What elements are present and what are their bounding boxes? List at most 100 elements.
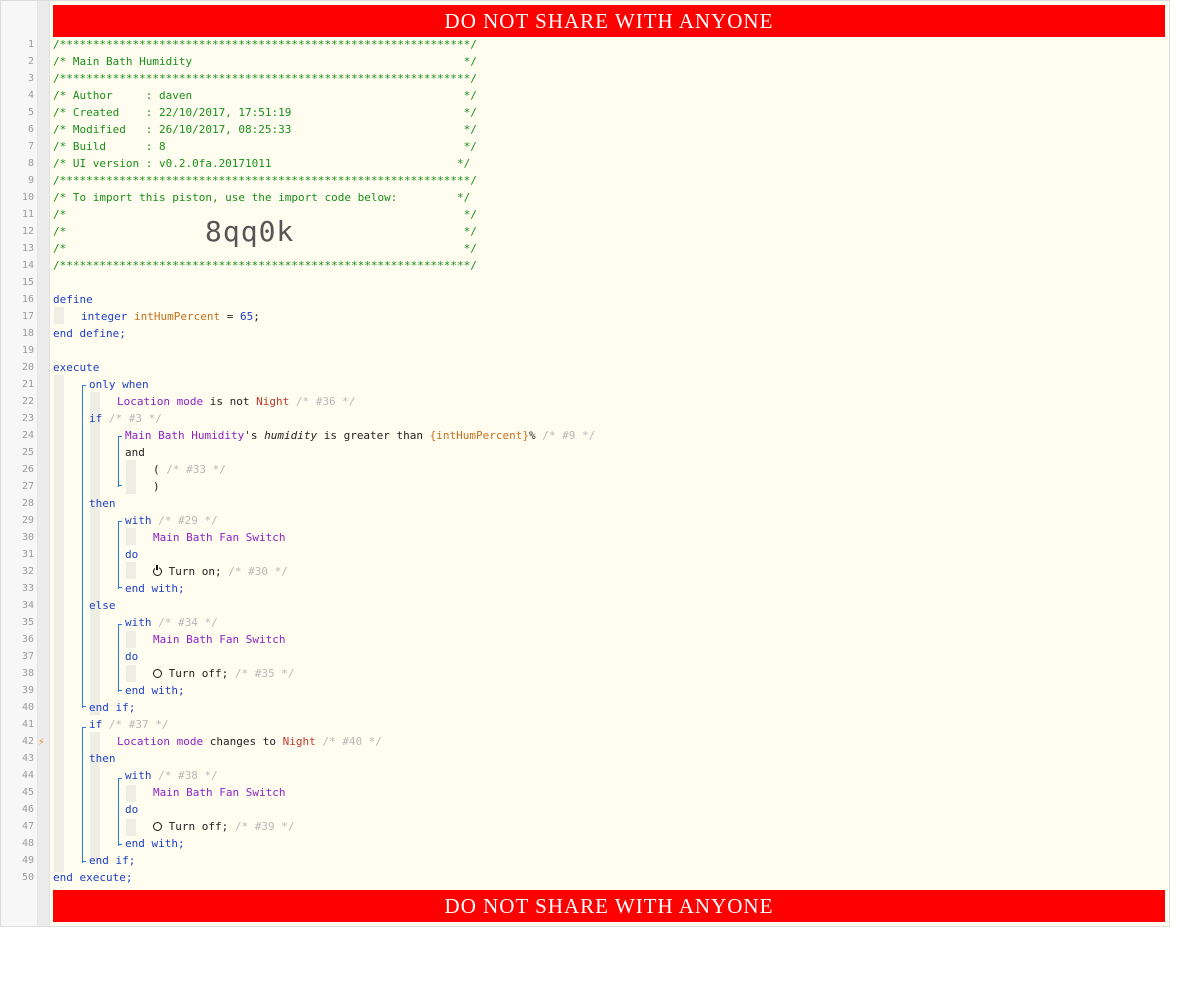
execute-keyword: execute	[53, 361, 100, 374]
end-if-keyword: end if;	[89, 854, 136, 867]
line-number: 3	[27, 73, 34, 84]
line-number: 37	[21, 651, 34, 662]
var-name: intHumPercent	[133, 310, 221, 323]
paren-close: )	[153, 480, 160, 493]
lightning-bolt-icon: ⚡	[38, 735, 45, 748]
group-33[interactable]: ( /* #33 */	[153, 461, 226, 478]
if-statement-37[interactable]: if /* #37 */	[89, 716, 168, 733]
condition-40[interactable]: Location mode changes to Night /* #40 */	[117, 733, 382, 750]
line-number: 35	[21, 617, 34, 628]
block-bracket	[82, 385, 86, 386]
task-35[interactable]: Turn off; /* #35 */	[153, 665, 294, 682]
comment: /* #30 */	[221, 565, 288, 578]
block-bracket	[118, 485, 122, 486]
line-number: 41	[21, 719, 34, 730]
line-number: 20	[21, 362, 34, 373]
line-number: 11	[21, 209, 34, 220]
and-operator[interactable]: and	[125, 444, 145, 461]
variable-ref: {intHumPercent}	[429, 429, 530, 442]
comment: /* #34 */	[151, 616, 218, 629]
then-keyword: then	[89, 497, 116, 510]
indent-guide	[90, 392, 100, 409]
line-number: 8	[27, 158, 34, 169]
variable-declaration[interactable]: integer intHumPercent = 65;	[81, 308, 260, 325]
line-number: 47	[21, 821, 34, 832]
line-number: 17	[21, 311, 34, 322]
if-keyword: if	[89, 412, 103, 425]
line-number: 43	[21, 753, 34, 764]
do-keyword: do	[125, 650, 139, 663]
indent-guide	[126, 785, 136, 802]
line-number: 9	[27, 175, 34, 186]
indent-guide	[54, 375, 64, 872]
with-statement-29[interactable]: with /* #29 */	[125, 512, 218, 529]
block-bracket	[118, 624, 119, 692]
indent-guide	[126, 631, 136, 648]
device-fan-switch[interactable]: Main Bath Fan Switch	[153, 631, 285, 648]
do-keyword: do	[125, 803, 139, 816]
block-bracket	[118, 521, 122, 522]
var-value: 65	[239, 310, 254, 323]
with-keyword: with	[125, 514, 152, 527]
line-number: 39	[21, 685, 34, 696]
end-with-keyword: end with;	[125, 684, 185, 697]
task-30[interactable]: Turn on; /* #30 */	[153, 563, 288, 580]
line-number: 10	[21, 192, 34, 203]
line-number: 38	[21, 668, 34, 679]
if-statement-3[interactable]: if /* #3 */	[89, 410, 162, 427]
device-name: Main Bath Humidity	[125, 429, 245, 442]
operator: is greater than	[317, 429, 430, 442]
var-semicolon: ;	[253, 310, 260, 323]
apostrophe: 's	[244, 429, 265, 442]
line-number: 50	[21, 872, 34, 883]
do-keyword: do	[125, 548, 139, 561]
location-mode: Location mode	[117, 735, 204, 748]
block-bracket	[118, 436, 119, 487]
device-fan-switch[interactable]: Main Bath Fan Switch	[153, 529, 285, 546]
only-when-keyword[interactable]: only when	[89, 376, 149, 393]
line-number: 12	[21, 226, 34, 237]
with-statement-34[interactable]: with /* #34 */	[125, 614, 218, 631]
line-number: 24	[21, 430, 34, 441]
line-number: 34	[21, 600, 34, 611]
device-fan-switch[interactable]: Main Bath Fan Switch	[153, 784, 285, 801]
mode-value: Night	[256, 395, 290, 408]
block-bracket	[118, 587, 122, 588]
mode-value: Night	[282, 735, 316, 748]
line-number: 1	[27, 39, 34, 50]
var-equals: =	[220, 310, 240, 323]
line-number: 22	[21, 396, 34, 407]
header-modified: /* Modified : 26/10/2017, 08:25:33 */	[53, 123, 477, 136]
comment: /* #36 */	[289, 395, 356, 408]
header-created: /* Created : 22/10/2017, 17:51:19 */	[53, 106, 477, 119]
indent-guide	[126, 528, 136, 545]
var-type: integer	[81, 310, 128, 323]
block-bracket	[118, 690, 122, 691]
condition-36[interactable]: Location mode is not Night /* #36 */	[117, 393, 355, 410]
with-keyword: with	[125, 616, 152, 629]
header-ui-version: /* UI version : v0.2.0fa.20171011 */	[53, 157, 471, 170]
with-statement-38[interactable]: with /* #38 */	[125, 767, 218, 784]
paren-open: (	[153, 463, 160, 476]
end-execute-keyword: end execute;	[53, 871, 133, 884]
comment: /* #39 */	[228, 820, 295, 833]
line-number: 46	[21, 804, 34, 815]
line-number: 4	[27, 90, 34, 101]
line-number: 16	[21, 294, 34, 305]
line-number: 13	[21, 243, 34, 254]
comment: /* #37 */	[102, 718, 169, 731]
condition-9[interactable]: Main Bath Humidity's humidity is greater…	[125, 427, 595, 444]
location-mode: Location mode	[117, 395, 204, 408]
warning-banner-top: DO NOT SHARE WITH ANYONE	[53, 5, 1165, 37]
line-number: 2	[27, 56, 34, 67]
end-if-keyword: end if;	[89, 701, 136, 714]
line-number: 7	[27, 141, 34, 152]
comment: /* #9 */	[535, 429, 596, 442]
task-39[interactable]: Turn off; /* #39 */	[153, 818, 294, 835]
indent-guide	[126, 460, 136, 494]
with-keyword: with	[125, 769, 152, 782]
line-number: 25	[21, 447, 34, 458]
header-title: /* Main Bath Humidity */	[53, 55, 477, 68]
import-code[interactable]: 8qq0k	[205, 215, 294, 248]
comment: /* #38 */	[151, 769, 218, 782]
